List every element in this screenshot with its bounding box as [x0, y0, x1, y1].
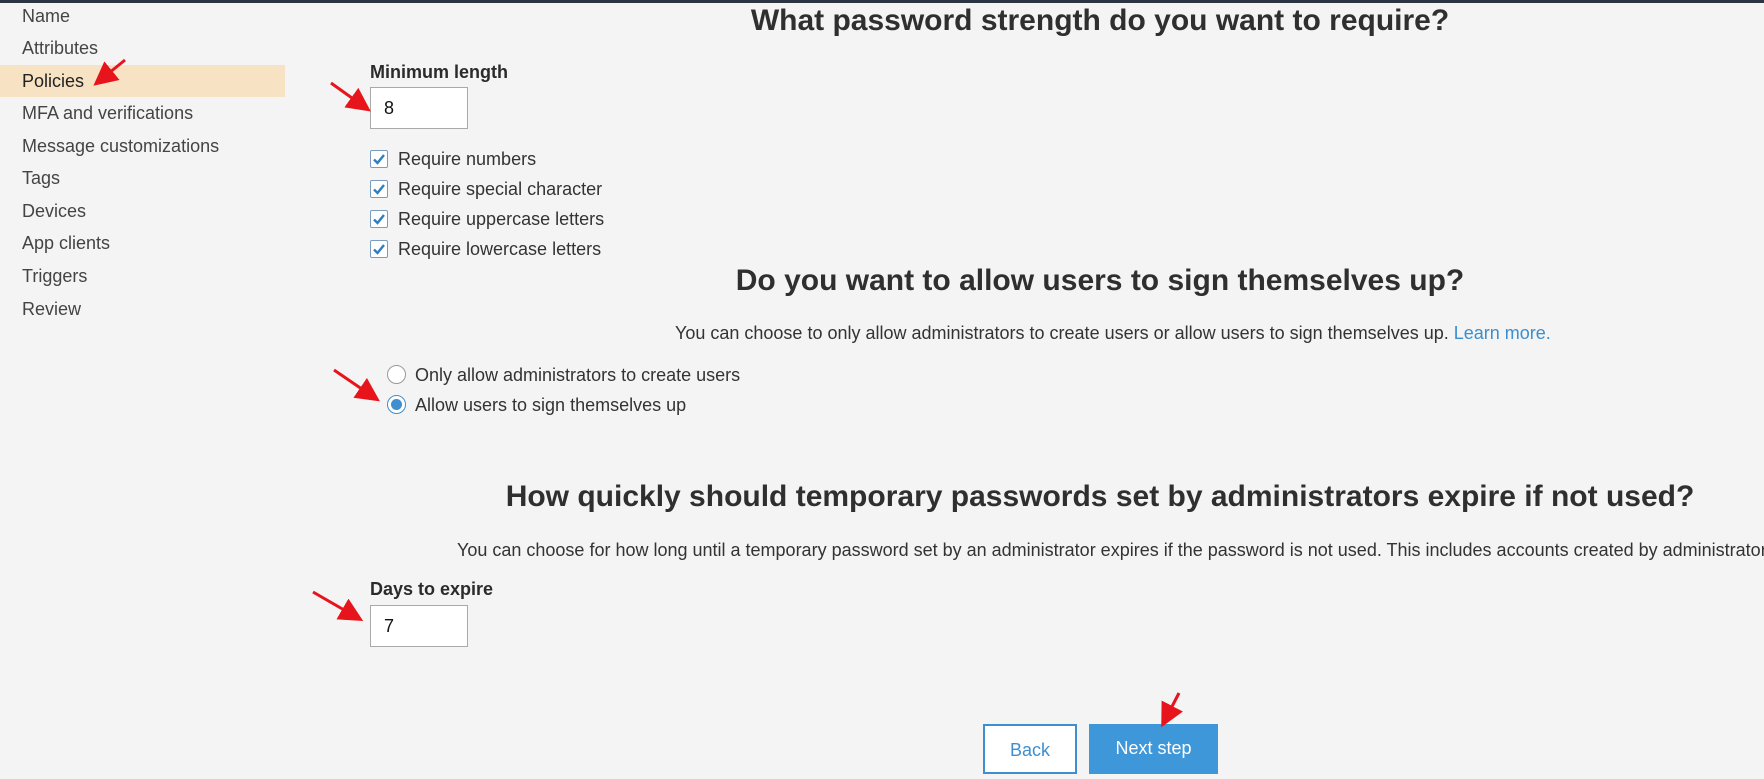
- arrow-days-icon: [312, 590, 364, 622]
- checkbox-checked-icon[interactable]: [370, 210, 388, 228]
- arrow-min-length-icon: [330, 81, 371, 112]
- checkbox-checked-icon[interactable]: [370, 180, 388, 198]
- radio-unselected-icon[interactable]: [387, 365, 406, 384]
- signup-heading: Do you want to allow users to sign thems…: [735, 264, 1465, 297]
- sidebar-item-message-customizations[interactable]: Message customizations: [0, 130, 285, 162]
- minimum-length-label: Minimum length: [370, 62, 508, 82]
- sidebar-item-tags[interactable]: Tags: [0, 162, 285, 194]
- sidebar-nav: Name Attributes Policies MFA and verific…: [0, 0, 285, 779]
- admin-only-label: Only allow administrators to create user…: [415, 365, 741, 385]
- self-signup-label: Allow users to sign themselves up: [415, 395, 687, 415]
- sidebar-item-name[interactable]: Name: [0, 0, 285, 32]
- require-lowercase-label: Require lowercase letters: [398, 239, 602, 259]
- require-special-character-label: Require special character: [398, 179, 603, 199]
- checkbox-checked-icon[interactable]: [370, 150, 388, 168]
- next-step-button[interactable]: Next step: [1089, 724, 1218, 774]
- sidebar-item-app-clients[interactable]: App clients: [0, 227, 285, 259]
- signup-description-text: You can choose to only allow administrat…: [675, 323, 1449, 343]
- checkbox-checked-icon[interactable]: [370, 240, 388, 258]
- signup-description: You can choose to only allow administrat…: [675, 323, 1551, 344]
- password-strength-heading: What password strength do you want to re…: [750, 4, 1450, 37]
- sidebar-item-mfa[interactable]: MFA and verifications: [0, 97, 285, 129]
- expiry-heading: How quickly should temporary passwords s…: [505, 480, 1695, 513]
- sidebar-item-review[interactable]: Review: [0, 293, 285, 325]
- arrow-next-step-icon: [1161, 692, 1183, 728]
- require-numbers-label: Require numbers: [398, 149, 537, 169]
- arrow-signup-icon: [333, 368, 380, 402]
- expiry-description: You can choose for how long until a temp…: [457, 540, 1764, 560]
- back-button[interactable]: Back: [983, 724, 1077, 774]
- sidebar-item-devices[interactable]: Devices: [0, 195, 285, 227]
- sidebar-item-triggers[interactable]: Triggers: [0, 260, 285, 292]
- sidebar-item-attributes[interactable]: Attributes: [0, 32, 285, 64]
- sidebar-item-policies[interactable]: Policies: [0, 65, 285, 97]
- require-uppercase-label: Require uppercase letters: [398, 209, 605, 229]
- days-to-expire-label: Days to expire: [370, 579, 494, 599]
- learn-more-link[interactable]: Learn more.: [1454, 323, 1551, 343]
- minimum-length-input[interactable]: 8: [370, 87, 468, 129]
- days-to-expire-input[interactable]: 7: [370, 605, 468, 647]
- radio-selected-icon[interactable]: [387, 395, 406, 414]
